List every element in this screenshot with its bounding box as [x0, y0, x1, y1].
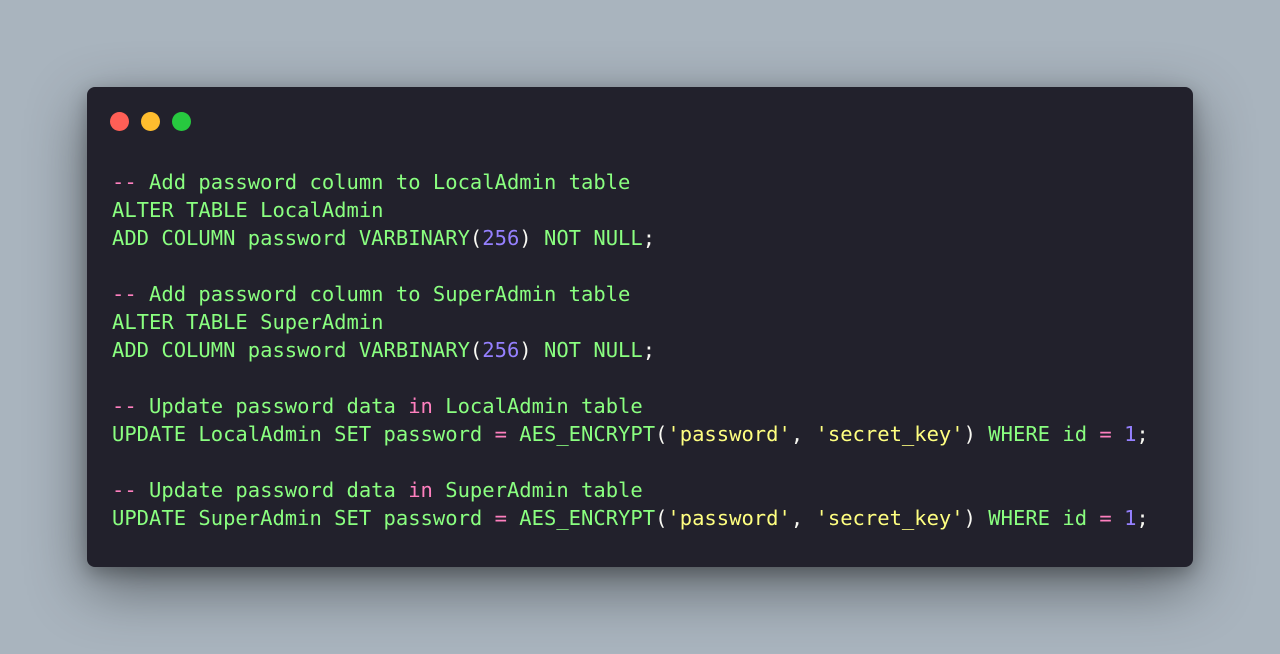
- code-line: -- Update password data in SuperAdmin ta…: [112, 476, 1149, 504]
- code-token-punct: ;: [642, 226, 656, 250]
- code-token-number: 1: [1124, 422, 1137, 446]
- code-token-comment: Update password data: [136, 478, 409, 502]
- code-token-op: =: [1099, 506, 1112, 530]
- code-token-comment-dash: --: [112, 478, 137, 502]
- code-token-comment: LocalAdmin table: [432, 394, 643, 418]
- code-token-comment: Add password column to SuperAdmin table: [136, 282, 631, 306]
- code-token-punct: ): [519, 226, 532, 250]
- code-token-keyword: UPDATE LocalAdmin SET password: [112, 422, 495, 446]
- code-token-punct: ): [963, 506, 976, 530]
- code-token-punct: (: [655, 422, 668, 446]
- code-token-keyword: AES_ENCRYPT: [506, 422, 656, 446]
- window-controls: [110, 112, 191, 131]
- code-token-comment-dash: --: [112, 170, 137, 194]
- code-token-keyword: NOT NULL: [531, 226, 643, 250]
- code-token-keyword: ALTER TABLE LocalAdmin: [112, 198, 384, 222]
- code-token-punct: ): [519, 338, 532, 362]
- code-token-string: 'password': [667, 506, 791, 530]
- code-token-keyword: ADD COLUMN password VARBINARY: [112, 226, 470, 250]
- code-token-punct: ): [963, 422, 976, 446]
- code-window: -- Add password column to LocalAdmin tab…: [87, 87, 1193, 567]
- code-line: -- Update password data in LocalAdmin ta…: [112, 392, 1149, 420]
- code-token-keyword: AES_ENCRYPT: [506, 506, 656, 530]
- code-token-keyword: WHERE id: [975, 422, 1100, 446]
- code-token-string: 'secret_key': [815, 422, 964, 446]
- minimize-icon[interactable]: [141, 112, 160, 131]
- code-token-keyword: UPDATE SuperAdmin SET password: [112, 506, 495, 530]
- code-token-punct: (: [469, 338, 483, 362]
- code-token-comment-dash: --: [112, 394, 137, 418]
- code-token-op: =: [1099, 422, 1112, 446]
- code-token-punct: ,: [790, 422, 816, 446]
- code-token-punct: (: [469, 226, 483, 250]
- code-token-string: 'password': [667, 422, 791, 446]
- code-line: -- Add password column to SuperAdmin tab…: [112, 280, 1149, 308]
- code-token-punct: [1112, 422, 1124, 446]
- code-token-keyword: ALTER TABLE SuperAdmin: [112, 310, 384, 334]
- code-token-number: 256: [482, 338, 520, 362]
- code-token-punct: ,: [790, 506, 816, 530]
- code-token-op: =: [494, 506, 507, 530]
- code-token-punct: [1112, 506, 1124, 530]
- code-line: ALTER TABLE SuperAdmin: [112, 308, 1149, 336]
- code-token-number: 1: [1124, 506, 1137, 530]
- code-line: ADD COLUMN password VARBINARY(256) NOT N…: [112, 336, 1149, 364]
- code-token-comment: Update password data: [136, 394, 409, 418]
- code-token-op: =: [494, 422, 507, 446]
- code-token-keyword: WHERE id: [975, 506, 1100, 530]
- code-block: -- Add password column to LocalAdmin tab…: [112, 168, 1149, 532]
- maximize-icon[interactable]: [172, 112, 191, 131]
- code-token-string: 'secret_key': [815, 506, 964, 530]
- code-token-punct: ;: [1136, 422, 1149, 446]
- close-icon[interactable]: [110, 112, 129, 131]
- code-token-number: 256: [482, 226, 520, 250]
- code-line: ALTER TABLE LocalAdmin: [112, 196, 1149, 224]
- code-token-punct: ;: [1136, 506, 1149, 530]
- code-token-keyword: NOT NULL: [531, 338, 643, 362]
- code-token-comment: SuperAdmin table: [432, 478, 643, 502]
- code-line: UPDATE SuperAdmin SET password = AES_ENC…: [112, 504, 1149, 532]
- code-token-kw-pink: in: [408, 394, 433, 418]
- code-token-comment: Add password column to LocalAdmin table: [136, 170, 631, 194]
- code-token-kw-pink: in: [408, 478, 433, 502]
- code-line: -- Add password column to LocalAdmin tab…: [112, 168, 1149, 196]
- code-line: UPDATE LocalAdmin SET password = AES_ENC…: [112, 420, 1149, 448]
- code-token-punct: ;: [642, 338, 656, 362]
- code-token-punct: (: [655, 506, 668, 530]
- code-token-comment-dash: --: [112, 282, 137, 306]
- code-token-keyword: ADD COLUMN password VARBINARY: [112, 338, 470, 362]
- code-line: ADD COLUMN password VARBINARY(256) NOT N…: [112, 224, 1149, 252]
